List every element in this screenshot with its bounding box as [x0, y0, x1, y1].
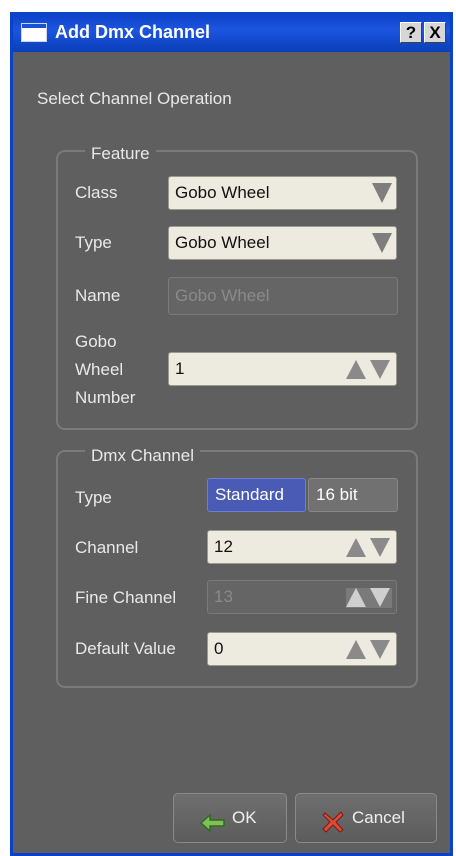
spin-down-icon[interactable] [370, 640, 390, 659]
fine-channel-spinbox[interactable]: 13 [207, 580, 397, 614]
spin-up-icon[interactable] [346, 588, 366, 607]
type-select[interactable]: Gobo Wheel [168, 226, 397, 260]
fine-channel-label: Fine Channel [75, 588, 177, 607]
cancel-button[interactable]: Cancel [295, 793, 437, 843]
wheel-number-label-2: Wheel [75, 360, 124, 379]
cancel-x-icon [320, 806, 346, 854]
chevron-down-icon[interactable] [372, 183, 392, 203]
spin-down-icon[interactable] [370, 588, 390, 607]
title-bar[interactable]: Add Dmx Channel ? X [13, 12, 450, 52]
name-placeholder: Gobo Wheel [175, 286, 270, 305]
channel-spinbox[interactable]: 12 [207, 530, 397, 564]
spin-down-icon[interactable] [370, 538, 390, 557]
name-label: Name [75, 286, 121, 305]
type-standard-button[interactable]: Standard [207, 478, 306, 512]
spin-up-icon[interactable] [346, 640, 366, 659]
dialog-body: Select Channel Operation Feature Class G… [13, 52, 450, 853]
wheel-number-value: 1 [175, 359, 185, 378]
chevron-down-icon[interactable] [372, 233, 392, 253]
fine-channel-value: 13 [214, 587, 233, 606]
cancel-label: Cancel [352, 808, 405, 827]
type-16bit-button[interactable]: 16 bit [308, 478, 398, 512]
intro-text: Select Channel Operation [37, 89, 232, 108]
window-icon [21, 23, 47, 42]
feature-group-title: Feature [85, 144, 156, 164]
dmx-group-title: Dmx Channel [85, 446, 200, 466]
spin-buttons[interactable] [346, 640, 392, 660]
spin-up-icon[interactable] [346, 538, 366, 557]
spin-buttons[interactable] [346, 588, 392, 608]
name-field[interactable]: Gobo Wheel [168, 277, 398, 315]
wheel-number-label-1: Gobo [75, 332, 117, 351]
spin-buttons[interactable] [346, 538, 392, 558]
type-value: Gobo Wheel [175, 233, 270, 252]
channel-value: 12 [214, 537, 233, 556]
spin-buttons[interactable] [346, 360, 392, 380]
default-value-spinbox[interactable]: 0 [207, 632, 397, 666]
spin-down-icon[interactable] [370, 360, 390, 379]
type-label: Type [75, 233, 112, 252]
window-title: Add Dmx Channel [55, 22, 211, 42]
close-button[interactable]: X [424, 22, 446, 43]
add-dmx-channel-dialog: Add Dmx Channel ? X Select Channel Opera… [10, 12, 453, 856]
wheel-number-spinbox[interactable]: 1 [168, 352, 397, 386]
wheel-number-label-3: Number [75, 388, 136, 407]
default-value-label: Default Value [75, 639, 176, 658]
default-value: 0 [214, 639, 224, 658]
ok-button[interactable]: OK [173, 793, 287, 843]
help-button[interactable]: ? [400, 22, 422, 43]
spin-up-icon[interactable] [346, 360, 366, 379]
ok-label: OK [232, 808, 257, 827]
ok-arrow-icon [198, 806, 228, 854]
dmx-type-label: Type [75, 488, 112, 507]
class-select[interactable]: Gobo Wheel [168, 176, 397, 210]
class-label: Class [75, 183, 118, 202]
class-value: Gobo Wheel [175, 183, 270, 202]
channel-label: Channel [75, 538, 139, 557]
